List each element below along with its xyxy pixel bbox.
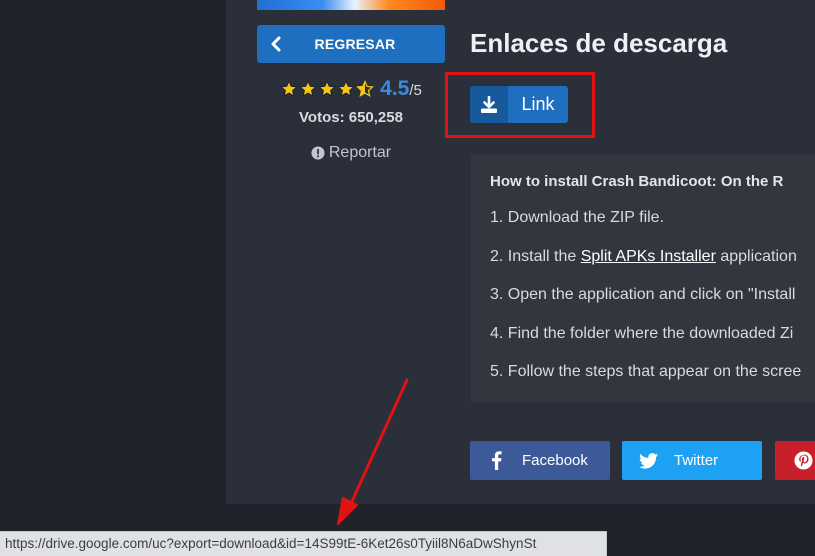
instructions-title: How to install Crash Bandicoot: On the R xyxy=(490,173,784,190)
star-icon xyxy=(318,80,336,97)
twitter-label: Twitter xyxy=(674,452,719,469)
star-rating xyxy=(280,80,375,98)
instruction-step: 4. Find the folder where the downloaded … xyxy=(490,324,794,342)
status-bar-url: https://drive.google.com/uc?export=downl… xyxy=(0,531,607,556)
instruction-step: 2. Install the Split APKs Installer appl… xyxy=(490,248,815,287)
report-label: Reportar xyxy=(328,144,392,161)
instruction-step: 5. Follow the steps that appear on the s… xyxy=(490,363,802,380)
page-title: Enlaces de descarga xyxy=(470,28,728,58)
back-button[interactable]: REGRESAR xyxy=(257,25,445,63)
instruction-step: 3. Open the application and click on "In… xyxy=(490,286,796,303)
app-thumbnail[interactable] xyxy=(257,0,445,10)
chevron-left-icon xyxy=(257,25,295,63)
step-text: 2. Install the xyxy=(490,247,581,265)
install-instructions: How to install Crash Bandicoot: On the R… xyxy=(471,155,815,402)
rating-value: 4.5 xyxy=(380,77,410,100)
alert-circle-icon xyxy=(311,146,325,160)
facebook-label: Facebook xyxy=(522,452,588,469)
facebook-icon xyxy=(470,451,522,470)
back-button-label: REGRESAR xyxy=(314,36,396,52)
instruction-step: 1. Download the ZIP file. xyxy=(490,209,665,226)
pinterest-icon xyxy=(775,451,815,470)
download-icon xyxy=(470,86,508,123)
star-icon xyxy=(337,80,355,97)
vote-count: Votos: 650,258 xyxy=(299,109,403,126)
split-apks-installer-link[interactable]: Split APKs Installer xyxy=(581,248,716,265)
rating: 4.5 /5 xyxy=(257,77,445,101)
report-link[interactable]: Reportar xyxy=(257,144,445,162)
share-facebook-button[interactable]: Facebook xyxy=(470,441,610,480)
download-link-button[interactable]: Link xyxy=(470,86,568,123)
share-twitter-button[interactable]: Twitter xyxy=(622,441,762,480)
twitter-icon xyxy=(622,452,674,469)
share-pinterest-button[interactable] xyxy=(775,441,815,480)
star-icon xyxy=(299,80,317,97)
star-icon xyxy=(280,80,298,97)
star-half-icon xyxy=(356,80,375,97)
step-text: application xyxy=(715,247,797,265)
rating-max: /5 xyxy=(409,82,422,99)
link-button-label: Link xyxy=(521,94,555,114)
